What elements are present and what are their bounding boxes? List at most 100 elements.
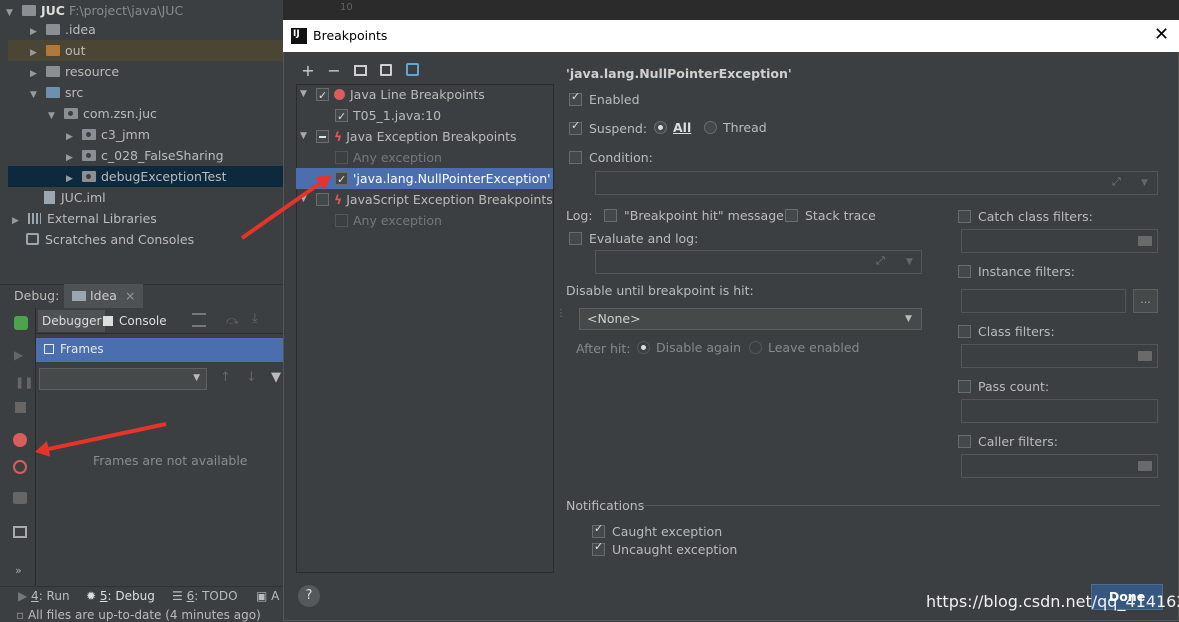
leave-enabled-radio[interactable]: Leave enabled xyxy=(749,340,859,355)
resume-icon[interactable]: ▶ xyxy=(14,348,28,362)
checkbox[interactable] xyxy=(569,90,582,106)
radio[interactable] xyxy=(704,121,717,134)
evaluate-log-field[interactable] xyxy=(595,250,922,274)
tree-root-juc[interactable]: ▼ JUC F:\project\java\JUC xyxy=(6,0,183,21)
arrow-up-icon[interactable]: ↑ xyxy=(220,370,231,385)
checkbox[interactable] xyxy=(335,169,348,190)
mute-breakpoints-icon[interactable] xyxy=(13,460,27,474)
tool-tab-debug[interactable]: ✹ 5: Debug xyxy=(86,589,155,603)
expand-icon[interactable]: ⤢ xyxy=(1112,175,1121,189)
layout-icon[interactable] xyxy=(13,526,27,538)
help-button[interactable]: ? xyxy=(298,585,320,607)
filter-icon[interactable]: ▼ xyxy=(271,370,281,385)
chevron-down-icon[interactable]: ▼ xyxy=(6,3,16,24)
tree-item-resource[interactable]: ▶ resource xyxy=(30,61,119,82)
checkbox[interactable] xyxy=(569,151,582,164)
checkbox[interactable] xyxy=(316,193,329,206)
chevron-down-icon[interactable]: ▼ xyxy=(906,257,913,267)
chevron-down-icon[interactable]: ▼ xyxy=(300,84,307,105)
step-into-icon[interactable]: ⤓ xyxy=(252,311,258,326)
caller-filters-field[interactable] xyxy=(961,454,1158,478)
tree-item-c3-jmm[interactable]: ▶ c3_jmm xyxy=(66,124,150,145)
view-breakpoints-icon[interactable] xyxy=(13,433,27,447)
checkbox[interactable] xyxy=(785,209,798,222)
tree-item-scratches[interactable]: Scratches and Consoles xyxy=(26,229,194,250)
suspend-all-radio[interactable]: All xyxy=(654,120,691,135)
group-by-file-icon[interactable] xyxy=(377,62,395,80)
chevron-down-icon[interactable]: ▼ xyxy=(905,314,912,324)
chevron-down-icon[interactable]: ▼ xyxy=(30,85,40,106)
tree-item-out[interactable]: ▶ out xyxy=(8,40,283,61)
chevron-down-icon[interactable]: ▼ xyxy=(48,106,58,127)
checkbox[interactable] xyxy=(569,232,582,245)
tool-tab-todo[interactable]: ☰ 6: TODO xyxy=(172,589,238,603)
enabled-checkbox[interactable]: Enabled xyxy=(569,90,640,107)
expand-icon[interactable]: ⤢ xyxy=(876,254,885,268)
condition-field[interactable] xyxy=(595,171,1158,195)
tool-tab-run[interactable]: ▶ 4: Run xyxy=(18,589,70,603)
bp-item-t05[interactable]: T05_1.java:10 xyxy=(335,105,441,127)
checkbox[interactable] xyxy=(316,85,329,106)
checkbox[interactable] xyxy=(958,325,971,338)
pause-icon[interactable]: ❚❚ xyxy=(15,376,33,390)
tree-item-src[interactable]: ▼ src xyxy=(30,82,83,103)
tab-debugger[interactable]: Debugger xyxy=(38,310,106,332)
close-icon[interactable]: × xyxy=(125,288,135,303)
tree-item-juc-iml[interactable]: JUC.iml xyxy=(44,187,106,208)
debug-session-tab[interactable]: Idea × xyxy=(64,284,144,308)
add-breakpoint-button[interactable]: + xyxy=(299,62,317,80)
chevron-right-icon[interactable]: ▶ xyxy=(12,211,22,232)
checkbox[interactable] xyxy=(335,151,348,164)
radio[interactable] xyxy=(637,341,650,354)
folder-icon[interactable] xyxy=(1138,351,1152,361)
condition-checkbox[interactable]: Condition: xyxy=(569,150,653,165)
checkbox[interactable] xyxy=(958,380,971,393)
pass-count-checkbox[interactable]: Pass count: xyxy=(958,379,1049,394)
tree-item-idea[interactable]: ▶ .idea xyxy=(30,19,96,40)
checkbox[interactable] xyxy=(335,106,348,127)
group-by-class-icon[interactable] xyxy=(403,62,421,80)
splitter-handle[interactable]: ⋮ xyxy=(556,308,566,319)
bp-group-java-exception[interactable]: ▼ ϟ Java Exception Breakpoints xyxy=(300,126,517,147)
instance-filters-more-button[interactable]: ... xyxy=(1133,289,1158,313)
close-icon[interactable]: ✕ xyxy=(1154,24,1169,45)
stop-icon[interactable] xyxy=(15,402,26,413)
folder-icon[interactable] xyxy=(1138,236,1152,246)
radio[interactable] xyxy=(749,341,762,354)
remove-breakpoint-button[interactable]: − xyxy=(325,62,343,80)
checkbox[interactable] xyxy=(958,435,971,448)
class-filters-field[interactable] xyxy=(961,344,1158,368)
thread-select[interactable]: ▼ xyxy=(39,368,207,390)
bp-group-javascript-exception[interactable]: ▼ ϟ JavaScript Exception Breakpoints xyxy=(300,189,553,210)
checkbox[interactable] xyxy=(592,540,605,556)
instance-filters-field[interactable] xyxy=(961,289,1126,313)
camera-icon[interactable] xyxy=(13,492,27,504)
menu-icon[interactable] xyxy=(192,313,206,327)
bp-group-java-line[interactable]: ▼ Java Line Breakpoints xyxy=(300,84,485,106)
bug-icon[interactable] xyxy=(14,316,28,330)
uncaught-exception-checkbox[interactable]: Uncaught exception xyxy=(592,540,737,557)
tab-console[interactable]: Console xyxy=(103,310,167,332)
stack-trace-checkbox[interactable]: Stack trace xyxy=(785,208,876,223)
checkbox[interactable] xyxy=(335,214,348,227)
disable-again-radio[interactable]: Disable again xyxy=(637,340,741,355)
checkbox[interactable] xyxy=(316,130,329,143)
pass-count-field[interactable] xyxy=(961,399,1158,423)
more-icon[interactable]: » xyxy=(15,564,29,578)
tree-item-falsesharing[interactable]: ▶ c_028_FalseSharing xyxy=(66,145,224,166)
suspend-thread-radio[interactable]: Thread xyxy=(704,120,767,135)
catch-class-filters-field[interactable] xyxy=(961,229,1158,253)
caller-filters-checkbox[interactable]: Caller filters: xyxy=(958,434,1058,449)
radio[interactable] xyxy=(654,121,667,134)
checkbox[interactable] xyxy=(958,210,971,223)
checkbox[interactable] xyxy=(958,265,971,278)
instance-filters-checkbox[interactable]: Instance filters: xyxy=(958,264,1075,279)
suspend-checkbox[interactable]: Suspend: xyxy=(569,119,647,136)
tree-item-debugexceptiontest[interactable]: ▶ debugExceptionTest xyxy=(8,166,283,187)
group-by-package-icon[interactable] xyxy=(351,62,369,80)
checkbox[interactable] xyxy=(604,209,617,222)
tree-item-package[interactable]: ▼ com.zsn.juc xyxy=(48,103,157,124)
bp-item-npe[interactable]: 'java.lang.NullPointerException' xyxy=(335,168,551,190)
catch-class-filters-checkbox[interactable]: Catch class filters: xyxy=(958,209,1093,224)
tool-tab-a[interactable]: ▣ A xyxy=(256,589,279,603)
